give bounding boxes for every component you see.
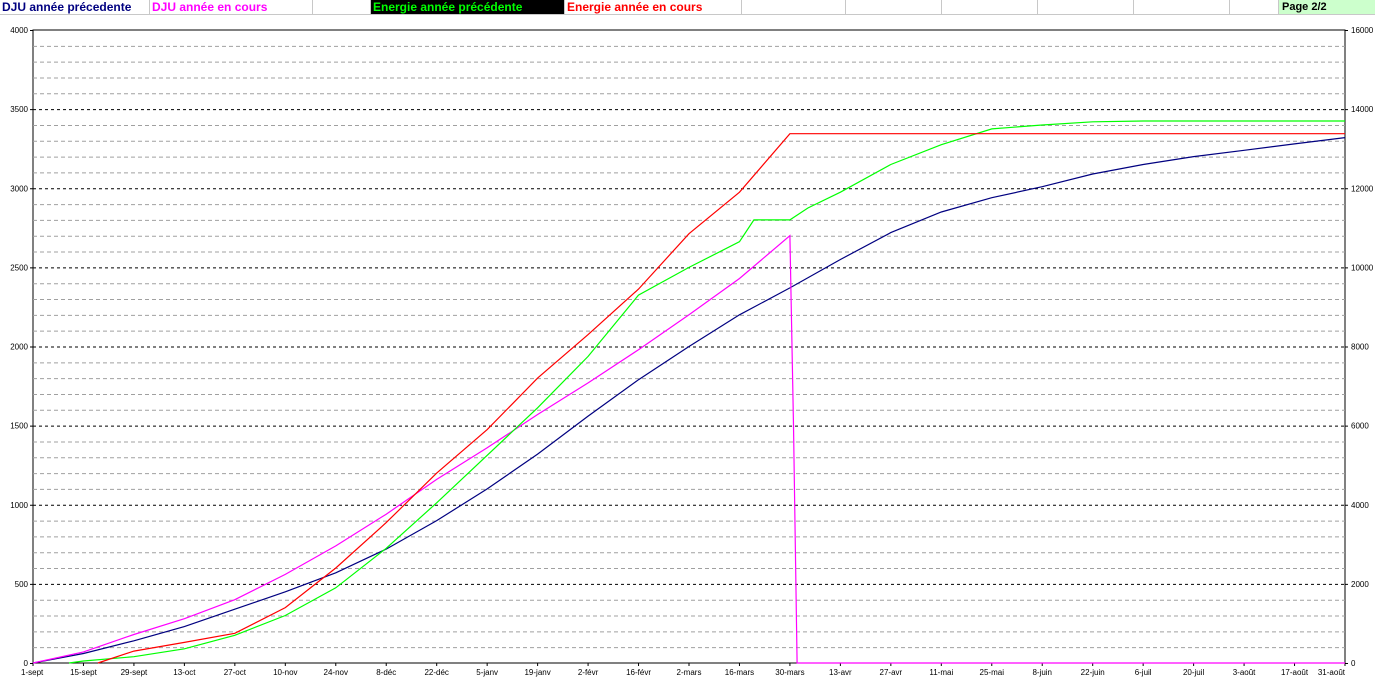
y-left-tick-label: 2000 <box>10 343 28 352</box>
x-tick-label: 8-juin <box>1032 668 1052 677</box>
x-tick-label: 30-mars <box>775 668 804 677</box>
y-right-tick-label: 14000 <box>1351 105 1374 114</box>
x-tick-label: 20-juil <box>1183 668 1205 677</box>
y-left-tick-label: 3500 <box>10 105 28 114</box>
y-right-tick-label: 10000 <box>1351 263 1374 272</box>
x-tick-label: 17-août <box>1281 668 1309 677</box>
x-tick-label: 24-nov <box>324 668 348 677</box>
x-tick-label: 22-juin <box>1081 668 1105 677</box>
y-left-tick-label: 0 <box>24 659 29 668</box>
x-tick-label: 2-mars <box>677 668 702 677</box>
y-left-tick-label: 4000 <box>10 26 28 35</box>
x-tick-label: 1-sept <box>21 668 44 677</box>
x-tick-label: 13-oct <box>173 668 196 677</box>
y-right-tick-label: 16000 <box>1351 26 1374 35</box>
y-right-tick-label: 8000 <box>1351 343 1369 352</box>
x-tick-label: 27-oct <box>224 668 247 677</box>
x-tick-label: 2-févr <box>578 668 599 677</box>
x-tick-label: 31-août <box>1318 668 1346 677</box>
x-tick-label: 8-déc <box>376 668 396 677</box>
y-right-tick-label: 6000 <box>1351 422 1369 431</box>
x-tick-label: 10-nov <box>273 668 297 677</box>
line-chart: 0 500 1000 1500 2000 2500 3000 3500 4000 0 2000 400… <box>10 26 1374 677</box>
chart-window: DJU année précedente DJU année en cours En… <box>0 0 1375 684</box>
x-tick-label: 11-mai <box>929 668 953 677</box>
x-tick-label: 16-févr <box>626 668 651 677</box>
x-tick-label: 3-août <box>1233 668 1256 677</box>
y-right-tick-label: 4000 <box>1351 501 1369 510</box>
x-tick-label: 6-juil <box>1135 668 1152 677</box>
x-tick-label: 19-janv <box>524 668 550 677</box>
x-tick-label: 22-déc <box>424 668 448 677</box>
y-left-tick-label: 1000 <box>10 501 28 510</box>
x-tick-label: 15-sept <box>70 668 97 677</box>
x-tick-label: 13-avr <box>829 668 852 677</box>
y-left-tick-label: 2500 <box>10 263 28 272</box>
x-tick-label: 29-sept <box>121 668 148 677</box>
x-tick-label: 5-janv <box>476 668 498 677</box>
x-tick-label: 25-mai <box>980 668 1005 677</box>
y-left-tick-label: 1500 <box>10 422 28 431</box>
x-tick-label: 27-avr <box>880 668 903 677</box>
y-left-tick-label: 500 <box>15 580 29 589</box>
x-tick-label: 16-mars <box>725 668 754 677</box>
y-right-tick-label: 12000 <box>1351 184 1374 193</box>
y-right-tick-label: 0 <box>1351 659 1356 668</box>
y-right-tick-label: 2000 <box>1351 580 1369 589</box>
y-left-tick-label: 3000 <box>10 184 28 193</box>
